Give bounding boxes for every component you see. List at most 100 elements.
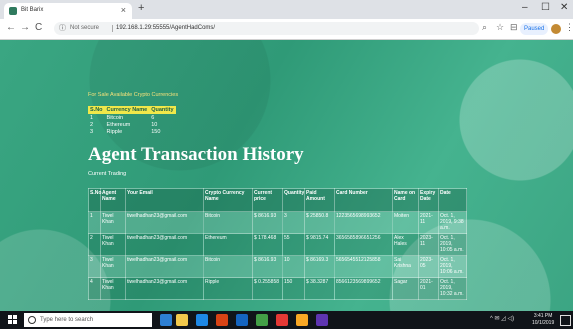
table-cell: Bitcoin xyxy=(203,255,253,278)
app-icon[interactable] xyxy=(236,314,248,326)
clock-date: 10/1/2019 xyxy=(532,320,555,326)
table-cell: Tiwel Khan xyxy=(100,233,126,256)
table-cell: $ 86169.3 xyxy=(304,255,335,278)
table-cell: Ethereum xyxy=(203,233,253,256)
table-row: 3 Ripple 150 xyxy=(88,128,176,135)
table-cell: 2021-01 xyxy=(418,277,439,300)
microphone-icon[interactable] xyxy=(160,314,172,326)
header-card-number: Card Number xyxy=(334,188,393,212)
page-title: Agent Transaction History xyxy=(88,144,304,165)
table-cell: Bitcoin xyxy=(203,211,253,234)
taskbar-clock[interactable]: 3:41 PM 10/1/2019 xyxy=(532,313,554,327)
file-explorer-icon[interactable] xyxy=(216,314,228,326)
table-row: 4 Tiwel Khan tiwelhadhan23@gmail.com Rip… xyxy=(88,277,467,300)
table-cell: $ 0.255858 xyxy=(252,277,283,300)
close-tab-icon[interactable]: × xyxy=(121,5,126,15)
header-agent-name: Agent Name xyxy=(100,188,126,212)
url-text[interactable]: 192.168.1.29:55555/AgentHadComs/ xyxy=(116,22,215,35)
table-cell: Sagar xyxy=(392,277,419,300)
header-current-price: Current price xyxy=(252,188,283,212)
page-viewport: For Sale Available Crypto Currencies S.N… xyxy=(0,40,573,311)
table-cell: 1 xyxy=(88,211,101,234)
clock-time: 3:41 PM xyxy=(533,313,553,319)
header-quantity: Quantity xyxy=(282,188,305,212)
browser-tab[interactable]: Bit Barix × xyxy=(4,3,132,19)
zoom-icon[interactable]: ⌕ xyxy=(482,22,487,33)
close-window-icon[interactable]: ✕ xyxy=(560,2,568,13)
sale-header-quantity: Quantity xyxy=(149,106,176,114)
browser-menu-icon[interactable]: ⋮ xyxy=(565,22,573,33)
table-cell: $ 8616.93 xyxy=(252,255,283,278)
maximize-icon[interactable]: ☐ xyxy=(541,2,550,13)
chrome-icon[interactable] xyxy=(256,314,268,326)
table-cell: 10 xyxy=(282,255,305,278)
table-cell: Sai Krishna xyxy=(392,255,419,278)
table-cell: Oct. 1, 2019, 10:05 a.m. xyxy=(438,233,467,256)
table-row: 2 Ethereum 10 xyxy=(88,121,176,128)
table-cell: tiwelhadhan23@gmail.com xyxy=(125,233,204,256)
table-cell: 1 xyxy=(90,114,94,121)
header-sno: S.No xyxy=(88,188,101,212)
bookmark-star-icon[interactable]: ☆ xyxy=(496,22,504,33)
table-cell: Ripple xyxy=(203,277,253,300)
browser-toolbar: ← → C ⓘ Not secure 192.168.1.29:55555/Ag… xyxy=(0,19,573,40)
minimize-icon[interactable]: – xyxy=(522,2,528,13)
notification-icon[interactable] xyxy=(560,315,571,326)
table-cell: 2023-11 xyxy=(418,233,439,256)
windows-start-icon[interactable] xyxy=(8,315,18,325)
table-cell: tiwelhadhan23@gmail.com xyxy=(125,211,204,234)
profile-avatar[interactable] xyxy=(551,24,561,34)
header-expiry-date: Expiry Date xyxy=(418,188,439,212)
site-favicon-icon xyxy=(9,7,17,15)
transaction-table: S.No Agent Name Your Email Crypto Curren… xyxy=(88,188,467,300)
app-icon[interactable] xyxy=(296,314,308,326)
table-cell: Ethereum xyxy=(106,121,131,128)
table-header-row: S.No Agent Name Your Email Crypto Curren… xyxy=(88,188,467,212)
info-icon[interactable]: ⓘ xyxy=(59,22,66,35)
windows-taskbar: Type here to search ^ ✉ ◿ ◁) 3:41 PM 10/… xyxy=(0,311,573,329)
table-cell: 10 xyxy=(151,121,158,128)
table-cell: Ripple xyxy=(106,128,123,135)
sale-currency-table: S.No Currency Name Quantity 1 Bitcoin 6 … xyxy=(88,106,176,135)
new-tab-button[interactable]: + xyxy=(138,2,144,14)
tab-title: Bit Barix xyxy=(21,7,44,13)
task-view-icon[interactable] xyxy=(176,314,188,326)
table-cell: 2 xyxy=(90,121,94,128)
header-date: Date xyxy=(438,188,467,212)
table-cell: Tiwel Khan xyxy=(100,211,126,234)
app-icon[interactable] xyxy=(316,314,328,326)
table-cell: 3 xyxy=(90,128,94,135)
table-cell: 3 xyxy=(282,211,305,234)
table-cell: Moiten xyxy=(392,211,419,234)
table-row: 2 Tiwel Khan tiwelhadhan23@gmail.com Eth… xyxy=(88,233,467,256)
table-row: 1 Tiwel Khan tiwelhadhan23@gmail.com Bit… xyxy=(88,211,467,234)
table-cell: Oct. 1, 2019, 10:06 a.m. xyxy=(438,255,467,278)
app-icon[interactable] xyxy=(196,314,208,326)
table-cell: $ 25850.8 xyxy=(304,211,335,234)
table-cell: 2021-11 xyxy=(418,211,439,234)
table-cell: 55 xyxy=(282,233,305,256)
table-cell: $ 178.468 xyxy=(252,233,283,256)
header-name-on-card: Name on Card xyxy=(392,188,419,212)
extension-icon[interactable]: ⊟ xyxy=(510,22,518,33)
table-row: 3 Tiwel Khan tiwelhadhan23@gmail.com Bit… xyxy=(88,255,467,278)
table-row: 1 Bitcoin 6 xyxy=(88,114,176,121)
table-cell: 5656545512125858 xyxy=(334,255,393,278)
forward-icon[interactable]: → xyxy=(20,22,30,33)
header-email: Your Email xyxy=(125,188,204,212)
table-cell: $ 9815.74 xyxy=(304,233,335,256)
app-icon[interactable] xyxy=(276,314,288,326)
table-cell: 150 xyxy=(151,128,161,135)
back-icon[interactable]: ← xyxy=(6,22,16,33)
system-tray-icons[interactable]: ^ ✉ ◿ ◁) xyxy=(490,315,514,322)
search-placeholder: Type here to search xyxy=(40,317,94,323)
sale-header-currency: Currency Name xyxy=(104,106,150,114)
header-crypto-name: Crypto Currency Name xyxy=(203,188,253,212)
table-cell: tiwelhadhan23@gmail.com xyxy=(125,277,204,300)
reload-icon[interactable]: C xyxy=(35,22,42,33)
table-cell: $ 8616.93 xyxy=(252,211,283,234)
taskbar-search-box[interactable]: Type here to search xyxy=(24,313,152,327)
section-subtitle: Current Trading xyxy=(88,171,127,177)
address-bar[interactable]: ⓘ Not secure 192.168.1.29:55555/AgentHad… xyxy=(54,22,479,35)
paused-sync-button[interactable]: Paused xyxy=(520,23,549,35)
